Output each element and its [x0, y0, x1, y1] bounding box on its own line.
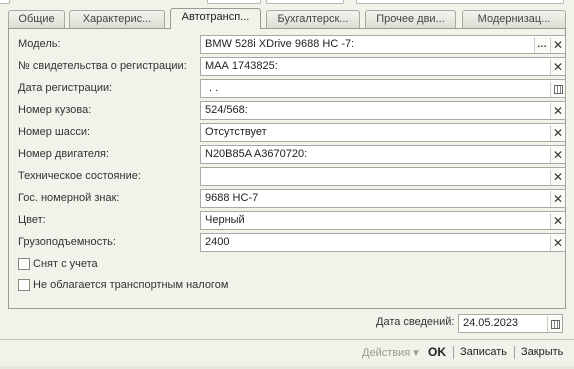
reg-certificate-value: МАА 1743825: — [205, 60, 278, 72]
clear-body-number-button[interactable]: ✕ — [550, 103, 565, 119]
reg-date-field[interactable]: . . — [200, 79, 566, 98]
clear-plate-number-button[interactable]: ✕ — [550, 191, 565, 207]
tab-modernization[interactable]: Модернизац... — [462, 10, 566, 28]
tech-condition-label: Техническое состояние: — [18, 170, 141, 182]
color-label: Цвет: — [18, 214, 46, 226]
reg-date-value: . . — [209, 82, 219, 94]
chassis-number-value: Отсутствует — [205, 126, 267, 138]
reg-certificate-label: № свидетельства о регистрации: — [18, 60, 187, 72]
chassis-number-label: Номер шасси: — [18, 126, 91, 138]
vehicle-panel: Модель: BMW 528i XDrive 9688 НС -7: … ✕ … — [8, 28, 566, 309]
engine-number-label: Номер двигателя: — [18, 148, 110, 160]
engine-number-field[interactable]: N20B85A A3670720: ✕ — [200, 145, 566, 164]
select-button[interactable]: … — [534, 37, 549, 53]
top-fragment — [266, 0, 344, 4]
close-icon: ✕ — [552, 170, 564, 184]
tab-accounting[interactable]: Бухгалтерск... — [266, 10, 360, 28]
close-button[interactable]: Закрыть — [521, 346, 563, 358]
ellipsis-icon: … — [537, 39, 547, 50]
chassis-number-field[interactable]: Отсутствует ✕ — [200, 123, 566, 142]
calendar-icon — [551, 320, 560, 329]
tax-exempt-label: Не облагается транспортным налогом — [33, 279, 229, 291]
info-date-calendar-button[interactable] — [547, 316, 562, 332]
close-icon: ✕ — [552, 60, 564, 74]
close-icon: ✕ — [552, 192, 564, 206]
body-number-field[interactable]: 524/568: ✕ — [200, 101, 566, 120]
tab-general[interactable]: Общие — [8, 10, 65, 28]
clear-color-button[interactable]: ✕ — [550, 213, 565, 229]
separator — [514, 346, 515, 359]
actions-menu[interactable]: Действия ▾ — [362, 346, 419, 359]
reg-date-label: Дата регистрации: — [18, 82, 113, 94]
tab-bar: Общие Характерис... Автотрансп... Бухгал… — [8, 8, 566, 29]
top-strip — [0, 0, 574, 6]
clear-capacity-button[interactable]: ✕ — [550, 235, 565, 251]
deregistered-label: Снят с учета — [33, 258, 98, 270]
info-date-field[interactable]: 24.05.2023 — [458, 314, 563, 333]
tech-condition-field[interactable]: ✕ — [200, 167, 566, 186]
info-date-bar: Дата сведений: 24.05.2023 — [0, 312, 574, 334]
top-fragment — [356, 0, 564, 4]
model-field[interactable]: BMW 528i XDrive 9688 НС -7: … ✕ — [200, 35, 566, 54]
clear-tech-condition-button[interactable]: ✕ — [550, 169, 565, 185]
body-number-value: 524/568: — [205, 104, 248, 116]
info-date-value: 24.05.2023 — [463, 317, 519, 329]
color-value: Черный — [205, 214, 245, 226]
tab-vehicle[interactable]: Автотрансп... — [170, 8, 261, 29]
separator — [453, 346, 454, 359]
close-icon: ✕ — [552, 126, 564, 140]
clear-model-button[interactable]: ✕ — [550, 37, 565, 53]
plate-number-label: Гос. номерной знак: — [18, 192, 120, 204]
clear-reg-certificate-button[interactable]: ✕ — [550, 59, 565, 75]
close-icon: ✕ — [552, 214, 564, 228]
color-field[interactable]: Черный ✕ — [200, 211, 566, 230]
top-fragment — [207, 0, 261, 4]
info-date-label: Дата сведений: — [376, 316, 455, 328]
model-value: BMW 528i XDrive 9688 НС -7: — [205, 38, 355, 50]
clear-chassis-number-button[interactable]: ✕ — [550, 125, 565, 141]
engine-number-value: N20B85A A3670720: — [205, 148, 308, 160]
ok-button[interactable]: OK — [428, 345, 446, 359]
plate-number-value: 9688 НС-7 — [205, 192, 259, 204]
write-button[interactable]: Записать — [460, 346, 507, 358]
close-icon: ✕ — [552, 236, 564, 250]
tax-exempt-checkbox[interactable] — [18, 279, 30, 291]
command-bar: Действия ▾ OK Записать Закрыть — [0, 339, 574, 369]
deregistered-checkbox[interactable] — [18, 258, 30, 270]
top-fragment — [0, 0, 10, 4]
tab-characteristics[interactable]: Характерис... — [69, 10, 165, 28]
model-label: Модель: — [18, 38, 61, 50]
reg-certificate-field[interactable]: МАА 1743825: ✕ — [200, 57, 566, 76]
tab-other-movement[interactable]: Прочее дви... — [365, 10, 456, 28]
body-number-label: Номер кузова: — [18, 104, 92, 116]
capacity-label: Грузоподъемность: — [18, 236, 116, 248]
reg-date-calendar-button[interactable] — [550, 81, 565, 97]
close-icon: ✕ — [552, 148, 564, 162]
capacity-value: 2400 — [205, 236, 230, 248]
calendar-icon — [554, 85, 563, 94]
close-icon: ✕ — [552, 104, 564, 118]
close-icon: ✕ — [552, 38, 564, 52]
plate-number-field[interactable]: 9688 НС-7 ✕ — [200, 189, 566, 208]
clear-engine-number-button[interactable]: ✕ — [550, 147, 565, 163]
capacity-field[interactable]: 2400 ✕ — [200, 233, 566, 252]
